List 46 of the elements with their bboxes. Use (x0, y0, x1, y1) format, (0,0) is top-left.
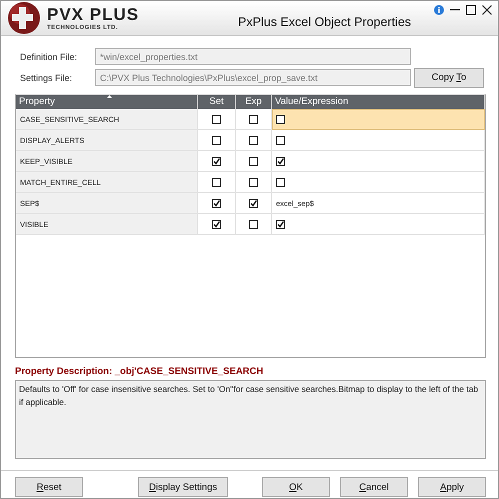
description-title: Property Description: _obj'CASE_SENSITIVE_SEARCH (15, 366, 264, 378)
value-cell[interactable] (272, 130, 485, 152)
footer-button[interactable]: Reset (15, 477, 83, 498)
value-cell[interactable] (272, 172, 485, 194)
checkbox[interactable] (276, 156, 285, 166)
column-header[interactable]: Exp (236, 95, 272, 110)
field-label: Settings File: (19, 72, 74, 83)
checkbox[interactable] (249, 198, 258, 208)
checkbox[interactable] (276, 136, 285, 145)
checkbox[interactable] (249, 156, 258, 166)
checkbox[interactable] (276, 220, 285, 229)
copy-to-button[interactable]: Copy To (414, 68, 484, 88)
file-path-field[interactable]: C:\PVX Plus Technologies\PxPlus\excel_prop_save.txt (95, 69, 411, 86)
file-path-field[interactable]: *win/excel_properties.txt (95, 48, 411, 66)
footer-button[interactable]: OK (262, 477, 330, 498)
column-header[interactable]: Set (198, 95, 236, 110)
checkbox[interactable] (249, 178, 258, 187)
checkbox[interactable] (212, 136, 221, 145)
window-title: PxPlus Excel Object Properties (237, 15, 412, 30)
maximize-icon[interactable] (466, 5, 476, 15)
value-cell[interactable] (272, 109, 485, 130)
minimize-icon[interactable] (450, 9, 460, 11)
checkbox[interactable] (212, 178, 221, 187)
footer-button[interactable]: Cancel (340, 477, 408, 498)
description-text: Defaults to 'Off' for case insensitive searches. Set to 'On''for case sensitive searches.Bitmap to display to the left of the tab if applicable. (15, 380, 486, 460)
logo-name: PVX PLUS (47, 5, 140, 24)
close-icon[interactable] (482, 5, 492, 15)
globe-logo-icon (7, 1, 41, 36)
checkbox[interactable] (212, 198, 221, 208)
checkbox[interactable] (276, 178, 285, 187)
sort-arrow-icon (106, 95, 112, 98)
checkbox[interactable] (249, 220, 258, 229)
checkbox[interactable] (212, 156, 221, 166)
column-header[interactable]: Property (16, 95, 198, 110)
value-cell[interactable] (272, 214, 485, 236)
footer-button[interactable]: Display Settings (138, 477, 228, 498)
checkbox[interactable] (212, 114, 221, 124)
checkbox[interactable] (276, 114, 285, 124)
value-cell[interactable] (272, 151, 485, 172)
checkbox[interactable] (212, 220, 221, 229)
field-label: Definition File: (19, 52, 78, 62)
checkbox[interactable] (249, 114, 258, 124)
checkbox[interactable] (249, 136, 258, 145)
column-header[interactable]: Value/Expression (272, 95, 485, 110)
footer-button[interactable]: Apply (418, 477, 486, 498)
info-icon[interactable] (434, 5, 444, 15)
